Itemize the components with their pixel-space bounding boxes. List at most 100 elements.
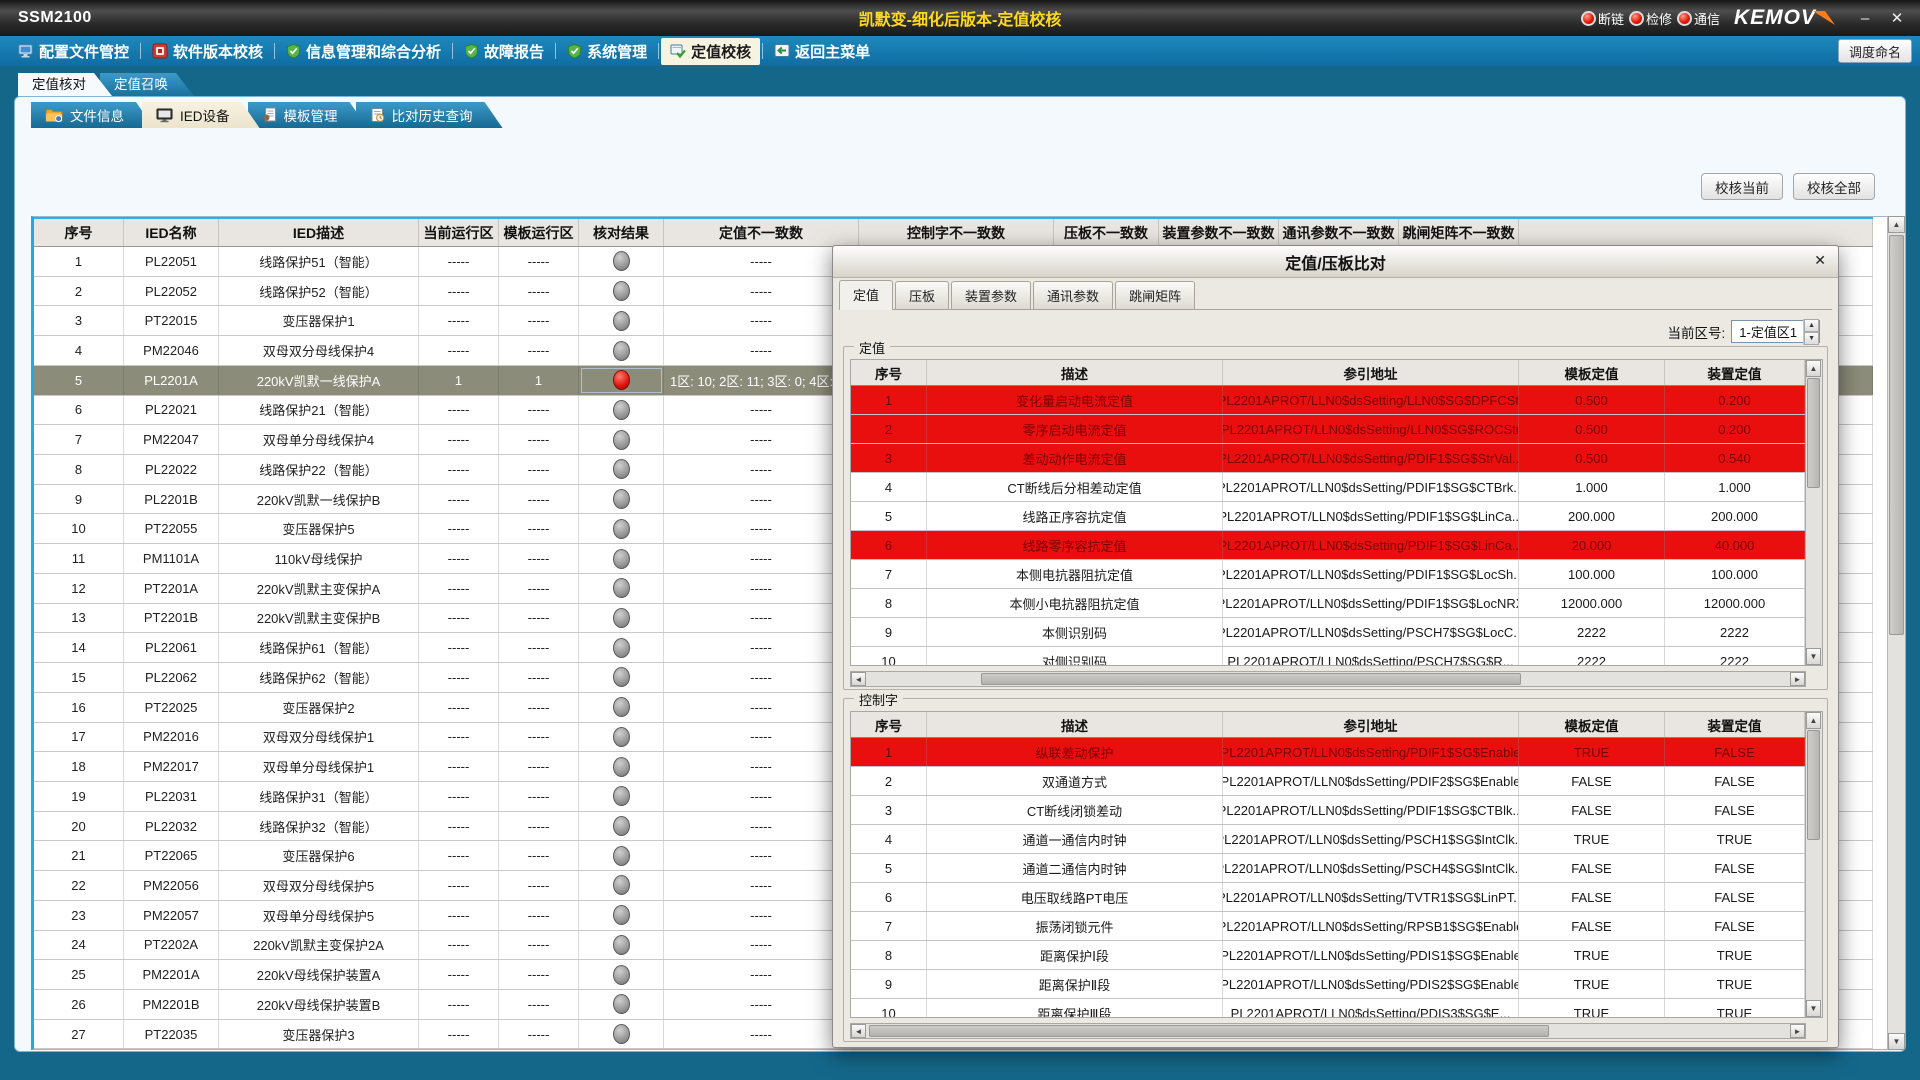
menu-item-config-file-control[interactable]: 配置文件管控 — [8, 38, 138, 65]
cell-setting-mismatch: ----- — [664, 277, 859, 306]
cell-ied-desc: 220kV母线保护装置A — [219, 960, 419, 989]
cell-seq: 8 — [851, 589, 927, 617]
device-table-vertical-scrollbar[interactable]: ▲ ▼ — [1887, 216, 1905, 1050]
subtab-compare-history[interactable]: 比对历史查询 — [356, 102, 503, 128]
zone-spinner[interactable]: 1-定值区1 ▲▼ — [1731, 320, 1820, 343]
scrollbar-thumb[interactable] — [1807, 378, 1820, 488]
status-link-break: 断链 — [1581, 9, 1624, 28]
cell-desc: CT断线后分相差动定值 — [927, 473, 1223, 501]
cell-ref-addr: PL2201APROT/LLN0$dsSetting/PDIF1$SG$Enab… — [1223, 738, 1519, 766]
spinner-arrows[interactable]: ▲▼ — [1803, 319, 1819, 345]
dialog-tab-comm-param[interactable]: 通讯参数 — [1033, 281, 1113, 309]
minimize-button[interactable]: – — [1852, 10, 1878, 27]
scroll-down-icon[interactable]: ▼ — [1806, 1000, 1821, 1017]
menu-item-info-mgmt-analysis[interactable]: 信息管理和综合分析 — [277, 38, 450, 65]
table-row[interactable]: 2零序启动电流定值PL2201APROT/LLN0$dsSetting/LLN0… — [851, 415, 1805, 444]
scroll-left-icon[interactable]: ◄ — [851, 1024, 866, 1038]
tab-setting-recall[interactable]: 定值召唤 — [100, 73, 194, 96]
cell-template-zone: ----- — [499, 574, 579, 603]
table-row[interactable]: 10距离保护Ⅲ段PL2201APROT/LLN0$dsSetting/PDIS3… — [851, 999, 1805, 1018]
cell-setting-mismatch: ----- — [664, 723, 859, 752]
dialog-tab-trip-matrix[interactable]: 跳闸矩阵 — [1115, 281, 1195, 309]
zone-selector-row: 当前区号: 1-定值区1 ▲▼ — [1668, 320, 1821, 343]
scroll-right-icon[interactable]: ► — [1790, 672, 1805, 686]
table-row[interactable]: 3差动动作电流定值PL2201APROT/LLN0$dsSetting/PDIF… — [851, 444, 1805, 473]
table-row[interactable]: 7振荡闭锁元件PL2201APROT/LLN0$dsSetting/RPSB1$… — [851, 912, 1805, 941]
result-gray-icon — [613, 459, 630, 479]
cell-check-result — [579, 336, 664, 365]
table-row[interactable]: 10对侧识别码PL2201APROT/LLN0$dsSetting/PSCH7$… — [851, 647, 1805, 666]
table-row[interactable]: 9距离保护Ⅱ段PL2201APROT/LLN0$dsSetting/PDIS2$… — [851, 970, 1805, 999]
table-row[interactable]: 6线路零序容抗定值PL2201APROT/LLN0$dsSetting/PDIF… — [851, 531, 1805, 560]
control-word-horizontal-scrollbar[interactable]: ◄ ► — [850, 1023, 1806, 1039]
cell-check-result — [579, 663, 664, 692]
spin-down-icon[interactable]: ▼ — [1804, 332, 1819, 345]
menu-item-return-main-menu[interactable]: 返回主菜单 — [765, 38, 879, 65]
cell-check-result — [579, 1020, 664, 1049]
table-row[interactable]: 2双通道方式PL2201APROT/LLN0$dsSetting/PDIF2$S… — [851, 767, 1805, 796]
scrollbar-thumb[interactable] — [869, 1025, 1549, 1037]
table-row[interactable]: 4CT断线后分相差动定值PL2201APROT/LLN0$dsSetting/P… — [851, 473, 1805, 502]
tab-setting-verify[interactable]: 定值核对 — [18, 73, 112, 96]
settings-horizontal-scrollbar[interactable]: ◄ ► — [850, 671, 1806, 687]
column-header: 通讯参数不一致数 — [1279, 219, 1399, 246]
cell-ied-desc: 220kV凯默主变保护B — [219, 604, 419, 633]
scroll-down-icon[interactable]: ▼ — [1806, 648, 1821, 665]
dialog-tab-setting[interactable]: 定值 — [839, 280, 893, 310]
table-row[interactable]: 5通道二通信内时钟PL2201APROT/LLN0$dsSetting/PSCH… — [851, 854, 1805, 883]
cell-ied-name: PL22051 — [124, 247, 219, 276]
cell-template-value: 1.000 — [1519, 473, 1665, 501]
subtab-template-mgmt[interactable]: 模板管理 — [248, 102, 368, 128]
table-row[interactable]: 5线路正序容抗定值PL2201APROT/LLN0$dsSetting/PDIF… — [851, 502, 1805, 531]
check-current-button[interactable]: 校核当前 — [1701, 173, 1783, 200]
close-button[interactable]: ✕ — [1884, 9, 1910, 27]
cell-seq: 7 — [34, 425, 124, 454]
dialog-close-button[interactable]: ✕ — [1814, 252, 1826, 269]
subtab-ied-device[interactable]: IED设备 — [142, 102, 260, 128]
cell-seq: 5 — [851, 854, 927, 882]
table-row[interactable]: 4通道一通信内时钟PL2201APROT/LLN0$dsSetting/PSCH… — [851, 825, 1805, 854]
cell-device-value: 0.200 — [1665, 386, 1805, 414]
subtab-file-info[interactable]: 文件信息 — [31, 102, 154, 128]
menu-item-fault-report[interactable]: 故障报告 — [455, 38, 553, 65]
scroll-up-icon[interactable]: ▲ — [1806, 712, 1821, 729]
cell-ied-name: PL22021 — [124, 396, 219, 425]
cell-setting-mismatch: 1区: 10; 2区: 11; 3区: 0; 4区: 0; — [664, 366, 859, 395]
scroll-right-icon[interactable]: ► — [1790, 1024, 1805, 1038]
menu-item-setting-check[interactable]: 定值校核 — [661, 38, 760, 65]
scrollbar-thumb[interactable] — [1889, 235, 1904, 635]
cell-ied-desc: 变压器保护1 — [219, 306, 419, 335]
cell-template-zone: ----- — [499, 990, 579, 1019]
cell-device-value: TRUE — [1665, 999, 1805, 1018]
menu-item-software-version-check[interactable]: 软件版本校核 — [143, 38, 272, 65]
table-row[interactable]: 8距离保护Ⅰ段PL2201APROT/LLN0$dsSetting/PDIS1$… — [851, 941, 1805, 970]
menu-item-system-mgmt[interactable]: 系统管理 — [558, 38, 656, 65]
check-all-button[interactable]: 校核全部 — [1793, 173, 1875, 200]
settings-vertical-scrollbar[interactable]: ▲ ▼ — [1806, 359, 1823, 666]
scrollbar-thumb[interactable] — [1807, 730, 1820, 840]
cell-template-zone: ----- — [499, 693, 579, 722]
cell-ied-desc: 220kV凯默一线保护B — [219, 485, 419, 514]
scroll-up-icon[interactable]: ▲ — [1888, 216, 1905, 233]
control-word-vertical-scrollbar[interactable]: ▲ ▼ — [1806, 711, 1823, 1018]
scroll-down-icon[interactable]: ▼ — [1888, 1033, 1905, 1050]
dialog-tab-strap[interactable]: 压板 — [895, 281, 949, 309]
dispatch-name-button[interactable]: 调度命名 — [1838, 39, 1912, 63]
table-row[interactable]: 1变化量启动电流定值PL2201APROT/LLN0$dsSetting/LLN… — [851, 386, 1805, 415]
table-row[interactable]: 9本侧识别码PL2201APROT/LLN0$dsSetting/PSCH7$S… — [851, 618, 1805, 647]
table-row[interactable]: 8本侧小电抗器阻抗定值PL2201APROT/LLN0$dsSetting/PD… — [851, 589, 1805, 618]
scroll-up-icon[interactable]: ▲ — [1806, 360, 1821, 377]
table-row[interactable]: 3CT断线闭锁差动PL2201APROT/LLN0$dsSetting/PDIF… — [851, 796, 1805, 825]
cell-check-result — [579, 693, 664, 722]
cell-seq: 10 — [851, 999, 927, 1018]
cell-desc: 本侧电抗器阻抗定值 — [927, 560, 1223, 588]
cell-ied-name: PT22055 — [124, 514, 219, 543]
cell-seq: 11 — [34, 544, 124, 573]
spin-up-icon[interactable]: ▲ — [1804, 319, 1819, 332]
table-row[interactable]: 6电压取线路PT电压PL2201APROT/LLN0$dsSetting/TVT… — [851, 883, 1805, 912]
dialog-tab-device-param[interactable]: 装置参数 — [951, 281, 1031, 309]
scroll-left-icon[interactable]: ◄ — [851, 672, 866, 686]
scrollbar-thumb[interactable] — [981, 673, 1521, 685]
table-row[interactable]: 1纵联差动保护PL2201APROT/LLN0$dsSetting/PDIF1$… — [851, 738, 1805, 767]
table-row[interactable]: 7本侧电抗器阻抗定值PL2201APROT/LLN0$dsSetting/PDI… — [851, 560, 1805, 589]
